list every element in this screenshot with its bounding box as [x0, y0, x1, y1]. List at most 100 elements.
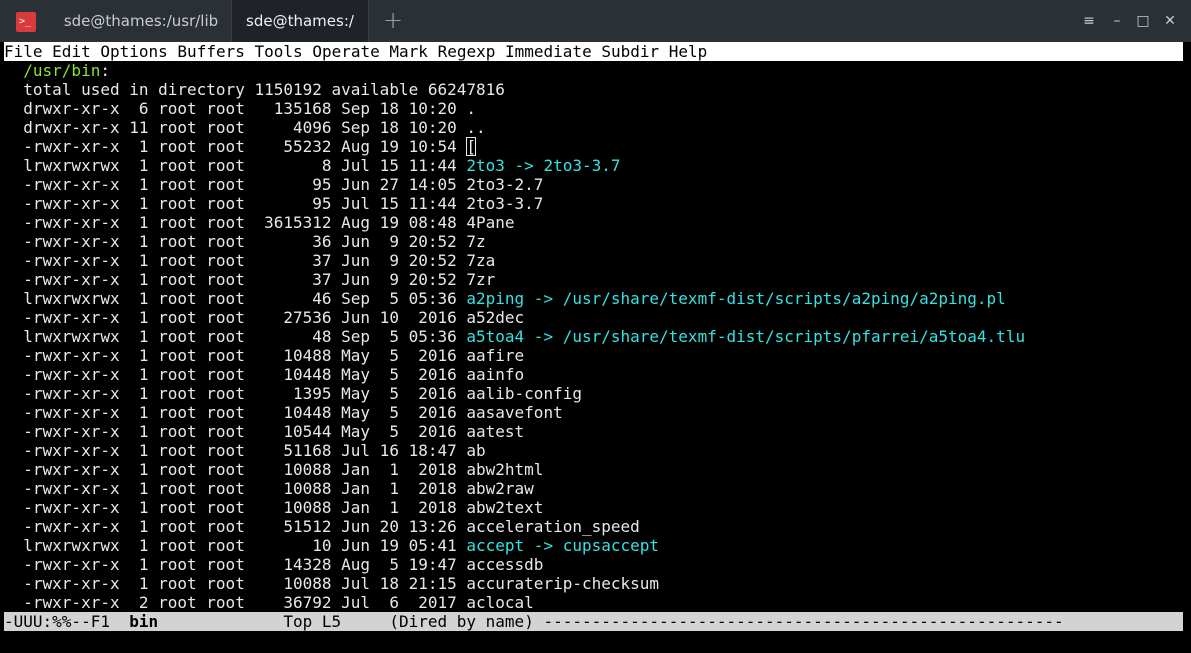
dired-entry-filename[interactable]: ab: [466, 441, 485, 460]
dired-entry-filename[interactable]: 7za: [466, 251, 495, 270]
dired-entry[interactable]: -rwxr-xr-x 1 root root 10088 Jan 1 2018 …: [4, 479, 1183, 498]
menu-operate[interactable]: Operate: [312, 42, 379, 61]
dired-entry-meta: lrwxrwxrwx 1 root root 10 Jun 19 05:41: [23, 536, 467, 555]
dired-entry-filename[interactable]: aatest: [466, 422, 524, 441]
dired-entry-meta: -rwxr-xr-x 1 root root 37 Jun 9 20:52: [23, 251, 467, 270]
modeline-status: -UUU:%%--F1: [4, 612, 130, 631]
dired-entry-meta: -rwxr-xr-x 1 root root 36 Jun 9 20:52: [23, 232, 467, 251]
tab-root[interactable]: sde@thames:/: [231, 0, 369, 42]
dired-entry-filename[interactable]: accuraterip-checksum: [466, 574, 659, 593]
modeline-mode: (Dired by name): [389, 612, 534, 631]
dired-entry[interactable]: -rwxr-xr-x 1 root root 95 Jun 27 14:05 2…: [4, 175, 1183, 194]
dired-entry[interactable]: -rwxr-xr-x 1 root root 36 Jun 9 20:52 7z: [4, 232, 1183, 251]
dired-entry[interactable]: -rwxr-xr-x 1 root root 55232 Aug 19 10:5…: [4, 137, 1183, 156]
dired-entry[interactable]: lrwxrwxrwx 1 root root 8 Jul 15 11:44 2t…: [4, 156, 1183, 175]
dired-entry-filename[interactable]: abw2text: [466, 498, 543, 517]
dired-entry[interactable]: -rwxr-xr-x 1 root root 51512 Jun 20 13:2…: [4, 517, 1183, 536]
dired-entry[interactable]: lrwxrwxrwx 1 root root 10 Jun 19 05:41 a…: [4, 536, 1183, 555]
dired-entry[interactable]: lrwxrwxrwx 1 root root 46 Sep 5 05:36 a2…: [4, 289, 1183, 308]
dired-entry-filename[interactable]: 7z: [466, 232, 485, 251]
dired-entry-meta: -rwxr-xr-x 1 root root 10448 May 5 2016: [23, 403, 467, 422]
dired-entry-filename[interactable]: aafire: [466, 346, 524, 365]
dired-entry-meta: -rwxr-xr-x 1 root root 10488 May 5 2016: [23, 346, 467, 365]
dired-entry-filename[interactable]: 2to3-2.7: [466, 175, 543, 194]
dired-entry-meta: -rwxr-xr-x 1 root root 10088 Jan 1 2018: [23, 479, 467, 498]
dired-entry[interactable]: drwxr-xr-x 11 root root 4096 Sep 18 10:2…: [4, 118, 1183, 137]
dired-entry[interactable]: -rwxr-xr-x 2 root root 36792 Jul 6 2017 …: [4, 593, 1183, 612]
dired-entry-meta: -rwxr-xr-x 1 root root 10088 Jan 1 2018: [23, 498, 467, 517]
dired-entry-meta: -rwxr-xr-x 1 root root 14328 Aug 5 19:47: [23, 555, 467, 574]
dired-entry-filename[interactable]: a52dec: [466, 308, 524, 327]
menu-subdir[interactable]: Subdir: [601, 42, 659, 61]
dired-entry[interactable]: -rwxr-xr-x 1 root root 14328 Aug 5 19:47…: [4, 555, 1183, 574]
menu-options[interactable]: Options: [100, 42, 167, 61]
menu-tools[interactable]: Tools: [255, 42, 303, 61]
dired-header-line: /usr/bin:: [4, 61, 1183, 80]
menu-help[interactable]: Help: [669, 42, 708, 61]
dired-entry-symlink[interactable]: a5toa4 -> /usr/share/texmf-dist/scripts/…: [466, 327, 1025, 346]
dired-entry-meta: -rwxr-xr-x 1 root root 10088 Jul 18 21:1…: [23, 574, 467, 593]
dired-entry[interactable]: -rwxr-xr-x 1 root root 10544 May 5 2016 …: [4, 422, 1183, 441]
menu-file[interactable]: File: [4, 42, 43, 61]
dired-buffer[interactable]: /usr/bin: total used in directory 115019…: [4, 61, 1183, 612]
dired-entry-filename[interactable]: .: [466, 99, 476, 118]
menu-regexp[interactable]: Regexp: [438, 42, 496, 61]
new-tab-icon[interactable]: +: [378, 0, 408, 42]
dired-entry-filename[interactable]: 2to3-3.7: [466, 194, 543, 213]
dired-entry-filename[interactable]: 4Pane: [466, 213, 514, 232]
mode-line: -UUU:%%--F1 bin Top L5 (Dired by name) -…: [4, 612, 1183, 631]
dired-entry[interactable]: -rwxr-xr-x 1 root root 10448 May 5 2016 …: [4, 403, 1183, 422]
modeline-buffer-name: bin: [129, 612, 159, 631]
dired-entry-filename[interactable]: acceleration_speed: [466, 517, 639, 536]
dired-entry[interactable]: -rwxr-xr-x 1 root root 37 Jun 9 20:52 7z…: [4, 251, 1183, 270]
dired-entry-meta: -rwxr-xr-x 1 root root 37 Jun 9 20:52: [23, 270, 467, 289]
dired-entry-meta: -rwxr-xr-x 1 root root 95 Jun 27 14:05: [23, 175, 467, 194]
dired-entry[interactable]: -rwxr-xr-x 1 root root 27536 Jun 10 2016…: [4, 308, 1183, 327]
dired-entry-filename[interactable]: aainfo: [466, 365, 524, 384]
dired-entry[interactable]: -rwxr-xr-x 1 root root 95 Jul 15 11:44 2…: [4, 194, 1183, 213]
dired-entry-filename[interactable]: accessdb: [466, 555, 543, 574]
dired-entry-meta: -rwxr-xr-x 1 root root 3615312 Aug 19 08…: [23, 213, 467, 232]
dired-entry-filename[interactable]: aasavefont: [466, 403, 562, 422]
dired-entry-meta: -rwxr-xr-x 1 root root 1395 May 5 2016: [23, 384, 467, 403]
dired-entry[interactable]: -rwxr-xr-x 1 root root 10448 May 5 2016 …: [4, 365, 1183, 384]
maximize-icon[interactable]: □: [1131, 0, 1155, 42]
dired-entry[interactable]: -rwxr-xr-x 1 root root 37 Jun 9 20:52 7z…: [4, 270, 1183, 289]
dired-entry[interactable]: -rwxr-xr-x 1 root root 1395 May 5 2016 a…: [4, 384, 1183, 403]
dired-entry-symlink[interactable]: accept -> cupsaccept: [466, 536, 659, 555]
dired-entry-symlink[interactable]: 2to3 -> 2to3-3.7: [466, 156, 620, 175]
directory-path[interactable]: /usr/bin: [23, 61, 100, 80]
terminal-window: >_ sde@thames:/usr/lib sde@thames:/ + ≡ …: [0, 0, 1191, 653]
dired-entry[interactable]: lrwxrwxrwx 1 root root 48 Sep 5 05:36 a5…: [4, 327, 1183, 346]
tab-usr-lib[interactable]: sde@thames:/usr/lib: [52, 0, 230, 42]
dired-entry[interactable]: -rwxr-xr-x 1 root root 51168 Jul 16 18:4…: [4, 441, 1183, 460]
dired-entry[interactable]: drwxr-xr-x 6 root root 135168 Sep 18 10:…: [4, 99, 1183, 118]
menu-buffers[interactable]: Buffers: [177, 42, 244, 61]
dired-entry[interactable]: -rwxr-xr-x 1 root root 3615312 Aug 19 08…: [4, 213, 1183, 232]
menu-immediate[interactable]: Immediate: [505, 42, 592, 61]
dired-entry-meta: -rwxr-xr-x 2 root root 36792 Jul 6 2017: [23, 593, 467, 612]
modeline-position: Top L5: [158, 612, 390, 631]
dired-entry-filename[interactable]: abw2raw: [466, 479, 533, 498]
dired-entry-symlink[interactable]: a2ping -> /usr/share/texmf-dist/scripts/…: [466, 289, 1005, 308]
dired-entry-meta: -rwxr-xr-x 1 root root 10544 May 5 2016: [23, 422, 467, 441]
dired-entry[interactable]: -rwxr-xr-x 1 root root 10088 Jan 1 2018 …: [4, 498, 1183, 517]
dired-entry-filename[interactable]: [: [466, 137, 477, 156]
dired-entry[interactable]: -rwxr-xr-x 1 root root 10088 Jul 18 21:1…: [4, 574, 1183, 593]
minimize-icon[interactable]: –: [1105, 0, 1129, 42]
menu-edit[interactable]: Edit: [52, 42, 91, 61]
terminal-app-icon: >_: [16, 12, 36, 32]
dired-entry-meta: -rwxr-xr-x 1 root root 51512 Jun 20 13:2…: [23, 517, 467, 536]
close-icon[interactable]: ✕: [1158, 0, 1182, 42]
dired-entry-filename[interactable]: abw2html: [466, 460, 543, 479]
echo-area[interactable]: [4, 631, 1183, 653]
hamburger-menu-icon[interactable]: ≡: [1077, 0, 1101, 42]
dired-entry-filename[interactable]: ..: [466, 118, 485, 137]
dired-entry-filename[interactable]: aclocal: [466, 593, 533, 612]
menu-mark[interactable]: Mark: [389, 42, 428, 61]
dired-entry[interactable]: -rwxr-xr-x 1 root root 10088 Jan 1 2018 …: [4, 460, 1183, 479]
dired-entry-list: drwxr-xr-x 6 root root 135168 Sep 18 10:…: [4, 99, 1183, 612]
dired-entry[interactable]: -rwxr-xr-x 1 root root 10488 May 5 2016 …: [4, 346, 1183, 365]
dired-entry-filename[interactable]: 7zr: [466, 270, 495, 289]
dired-entry-filename[interactable]: aalib-config: [466, 384, 582, 403]
